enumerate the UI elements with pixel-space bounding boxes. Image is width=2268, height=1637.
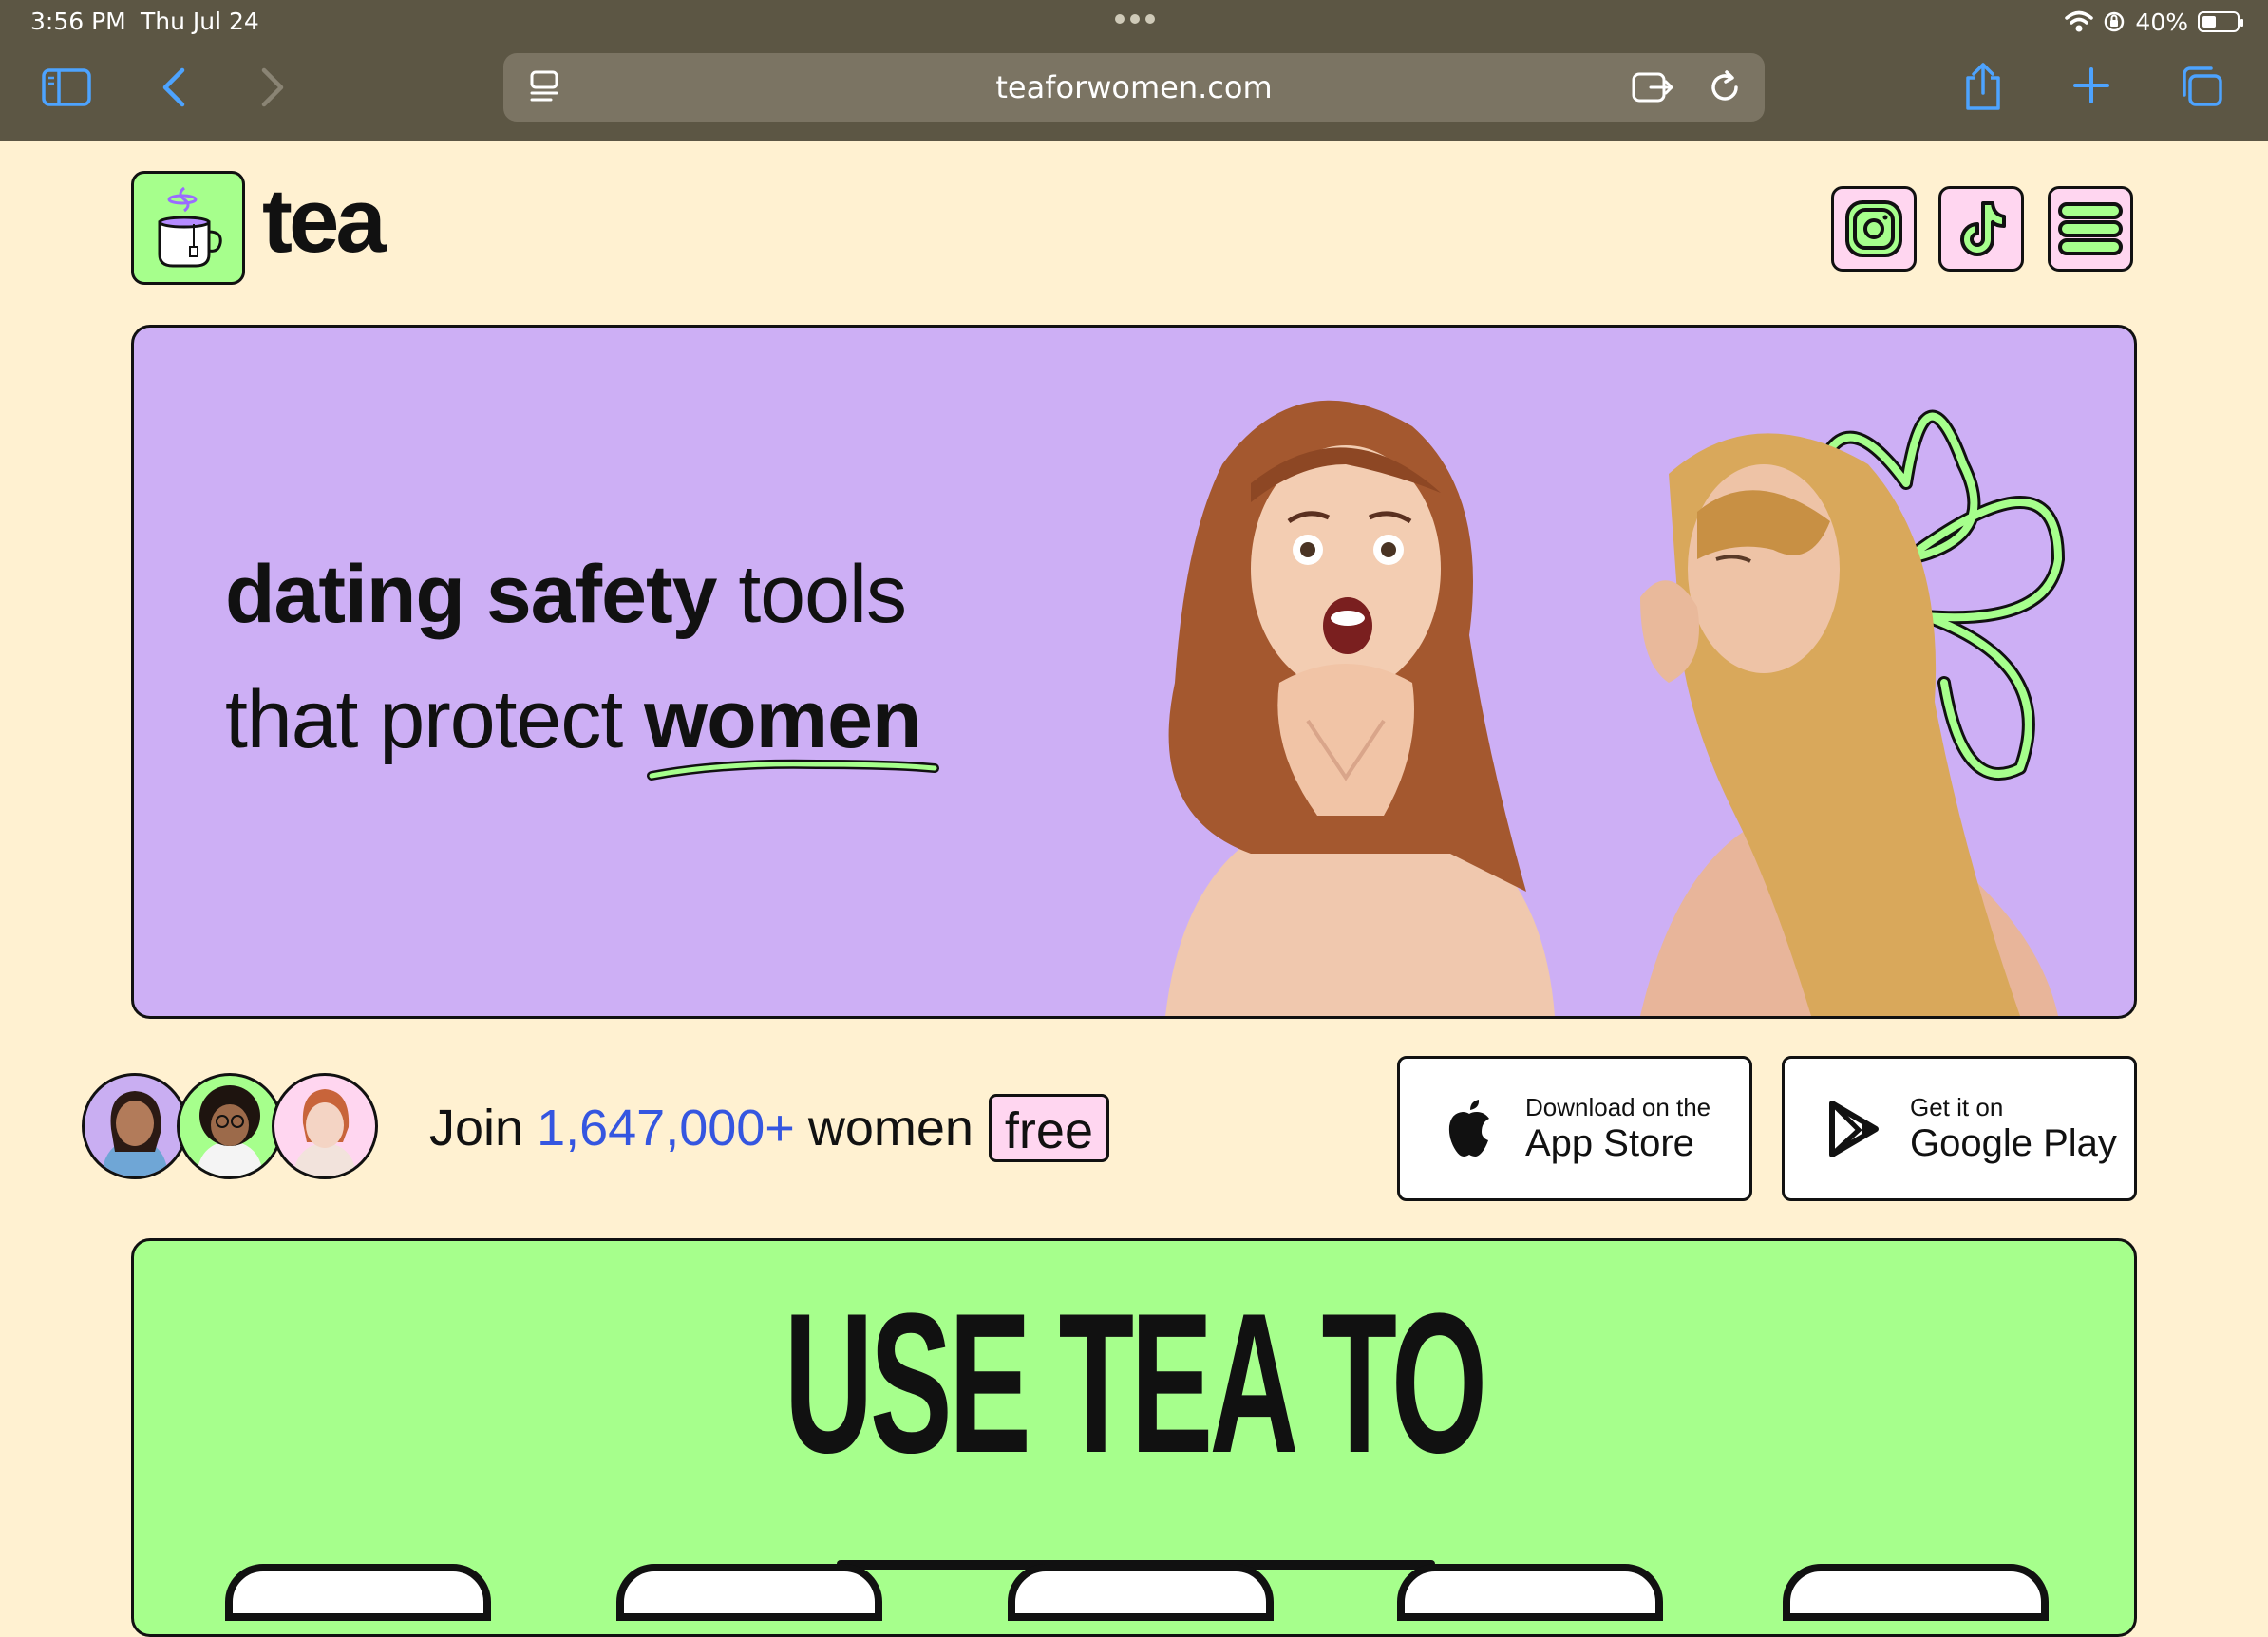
phone-preview [1397, 1564, 1663, 1621]
section-headline: USE TEA TO [784, 1271, 1488, 1495]
hero-banner: dating safety tools that protect women [131, 325, 2137, 1019]
phone-preview [1783, 1564, 2049, 1621]
browser-chrome: 3:56 PM Thu Jul 24 40% teaforwomen.com [0, 0, 2268, 141]
sidebar-icon[interactable] [42, 68, 91, 106]
tea-logo[interactable] [131, 171, 245, 285]
phone-preview [1008, 1564, 1274, 1621]
avatar-face [197, 1085, 263, 1176]
free-badge: free [988, 1094, 1109, 1162]
battery-percent: 40% [2135, 8, 2188, 36]
address-bar[interactable]: teaforwomen.com [503, 53, 1765, 122]
avatar [177, 1073, 283, 1179]
tabs-icon[interactable] [2179, 65, 2224, 108]
use-tea-section: USE TEA TO [131, 1238, 2137, 1637]
hero-bold-word: women [644, 674, 921, 765]
hero-photo-two-women [1165, 400, 2065, 1016]
multitasking-dots-icon[interactable] [1113, 9, 1157, 28]
wifi-icon [2065, 10, 2094, 32]
reload-icon[interactable] [1706, 68, 1744, 106]
app-store-button[interactable]: Download on the App Store [1397, 1056, 1752, 1201]
avatar [82, 1073, 188, 1179]
hero-phrase-2: that protect [225, 674, 623, 765]
member-count: 1,647,000+ [537, 1100, 795, 1157]
google-play-label: Google Play [1910, 1122, 2117, 1164]
avatar-group [82, 1073, 386, 1183]
tiktok-button[interactable] [1938, 186, 2024, 272]
join-prefix: Join [429, 1100, 524, 1157]
google-play-small-text: Get it on [1910, 1093, 2004, 1121]
battery-icon [2198, 11, 2243, 32]
join-suffix: women [807, 1100, 973, 1157]
new-tab-icon[interactable] [2072, 66, 2110, 104]
orientation-lock-icon [2105, 11, 2125, 32]
share-icon[interactable] [1962, 61, 2004, 112]
back-icon[interactable] [160, 66, 188, 108]
reader-icon[interactable] [1632, 70, 1673, 104]
underline-squiggle [647, 759, 940, 781]
join-counter: Join 1,647,000+ women free [429, 1090, 1109, 1166]
instagram-button[interactable] [1831, 186, 1917, 272]
menu-button[interactable] [2048, 186, 2133, 272]
avatar [272, 1073, 378, 1179]
google-play-icon [1829, 1100, 1879, 1157]
forward-icon[interactable] [258, 66, 287, 108]
apple-icon [1448, 1099, 1489, 1157]
phone-preview [225, 1564, 491, 1621]
menu-icon [2058, 202, 2123, 255]
hero-headline-line2: that protect women [225, 673, 940, 781]
instagram-icon [1845, 200, 1902, 257]
app-store-label: App Store [1525, 1122, 1694, 1164]
app-store-small-text: Download on the [1525, 1093, 1711, 1121]
status-date: Thu Jul 24 [141, 8, 259, 35]
hero-headline-line1: dating safety tools [225, 548, 907, 642]
hero-bold-phrase: dating safety [225, 549, 717, 640]
logo-wordmark[interactable]: tea [262, 169, 387, 273]
avatar-face [102, 1091, 168, 1176]
avatar-face [293, 1089, 356, 1176]
status-time: 3:56 PM [30, 8, 126, 35]
hero-phrase: tools [738, 549, 907, 640]
tea-cup-icon [158, 186, 222, 268]
phone-preview [616, 1564, 882, 1621]
url-text[interactable]: teaforwomen.com [503, 53, 1765, 122]
tiktok-icon [1960, 201, 2006, 256]
status-indicators: 40% [2065, 6, 2243, 38]
google-play-button[interactable]: Get it on Google Play [1782, 1056, 2137, 1201]
